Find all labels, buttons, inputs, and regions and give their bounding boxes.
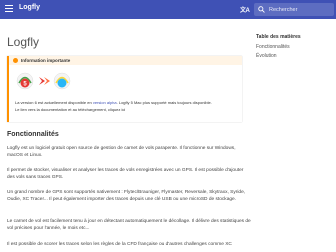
paragraph: Un grand nombre de GPS sont supportés na… bbox=[7, 190, 246, 202]
paragraph: Il est possible de scorer les traces sel… bbox=[7, 242, 232, 247]
paragraph: Il permet de stocker, visualiser et anal… bbox=[7, 168, 244, 180]
alpha-version-link[interactable]: version alpha bbox=[93, 100, 117, 105]
paragraph: Le carnet de vol est facilement tenu à j… bbox=[7, 219, 251, 231]
version-upgrade-graphic: 5 bbox=[16, 72, 71, 90]
page-title: Logfly bbox=[7, 35, 40, 49]
site-brand[interactable]: Logfly bbox=[19, 4, 40, 11]
language-icon[interactable]: 文A bbox=[240, 5, 250, 14]
section-title-fonctionnalites: Fonctionnalités bbox=[7, 131, 59, 138]
admonition-line-1: La version 6 est actuellement disponible… bbox=[15, 100, 212, 105]
admonition-title: Information importante bbox=[21, 58, 71, 63]
admonition-text: La version 6 est actuellement disponible… bbox=[15, 100, 93, 105]
admonition-line-2[interactable]: Le lien vers la documentation et au télé… bbox=[15, 107, 125, 112]
toc-item-evolution[interactable]: Évolution bbox=[256, 53, 334, 59]
hamburger-menu-icon[interactable] bbox=[5, 5, 13, 13]
important-info-admonition: Information importante 5 La version 6 es… bbox=[7, 56, 242, 122]
admonition-text-2: . Logfly 5 Mac plus supporté mais toujou… bbox=[116, 100, 212, 105]
admonition-header: Information importante bbox=[9, 56, 242, 65]
table-of-contents: Table des matières Fonctionnalités Évolu… bbox=[256, 34, 334, 62]
paragraph: Logfly est un logiciel gratuit open sour… bbox=[7, 146, 236, 158]
info-icon bbox=[13, 58, 18, 63]
search-input[interactable] bbox=[269, 5, 331, 14]
toc-title: Table des matières bbox=[256, 34, 301, 40]
top-app-bar: Logfly 文A bbox=[0, 0, 336, 19]
search-icon bbox=[258, 6, 265, 13]
toc-item-fonctionnalites[interactable]: Fonctionnalités bbox=[256, 44, 334, 50]
search-box[interactable] bbox=[254, 3, 334, 16]
